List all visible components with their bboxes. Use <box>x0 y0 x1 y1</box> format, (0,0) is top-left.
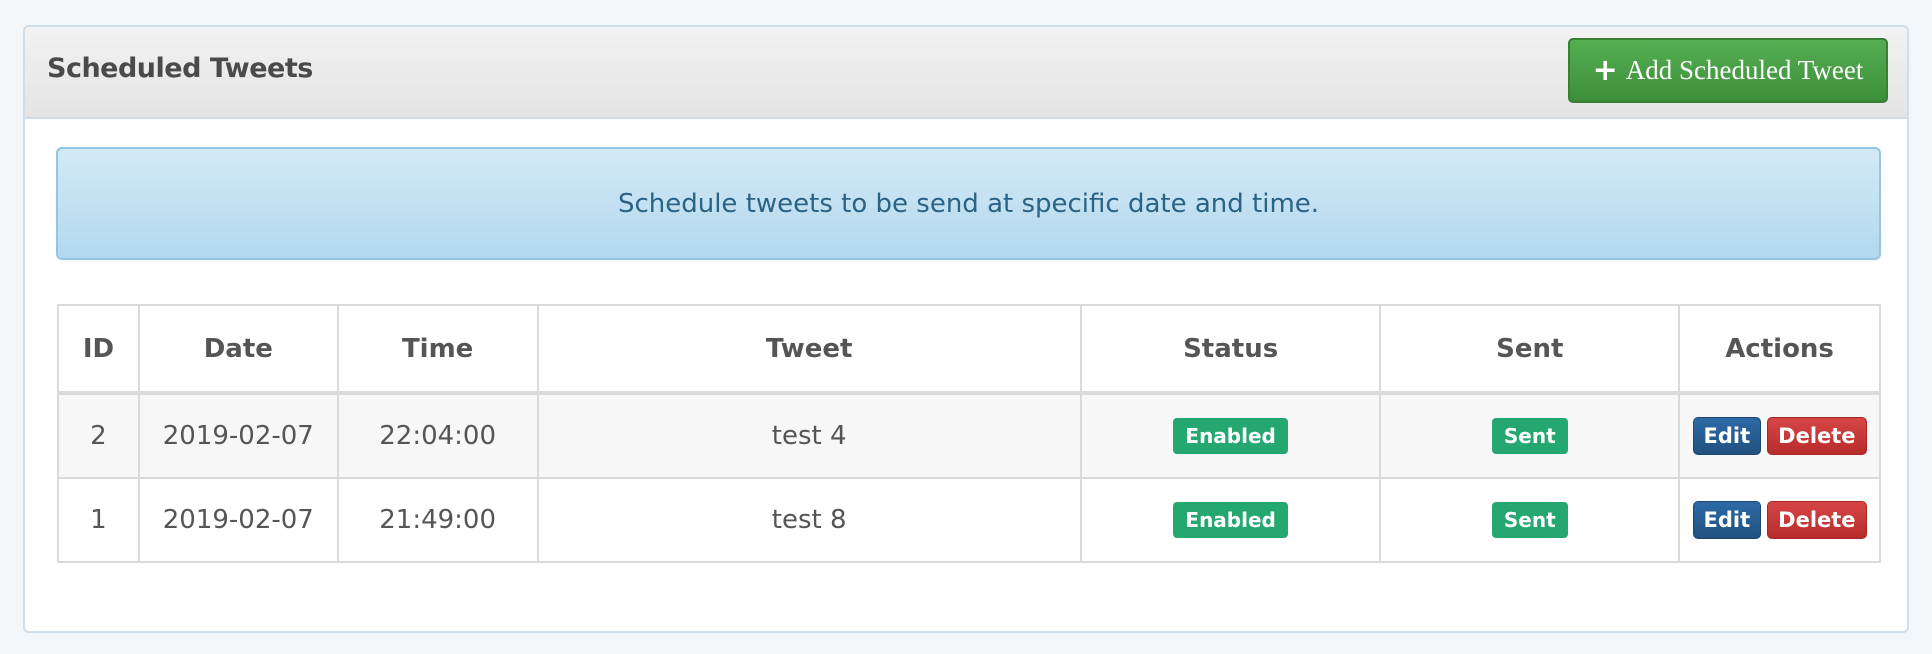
cell-id: 1 <box>57 477 140 563</box>
scheduled-tweets-table: ID Date Time Tweet Status Sent Actions 2… <box>57 304 1881 563</box>
cell-time: 22:04:00 <box>336 392 539 479</box>
header-time: Time <box>336 304 539 395</box>
add-button-label: Add Scheduled Tweet <box>1625 55 1864 85</box>
info-alert-text: Schedule tweets to be send at specific d… <box>617 188 1320 219</box>
header-actions: Actions <box>1678 304 1881 395</box>
header-date: Date <box>137 304 339 395</box>
table-header-row: ID Date Time Tweet Status Sent Actions <box>57 304 1881 395</box>
table-row: 1 2019-02-07 21:49:00 test 8 Enabled Sen… <box>57 477 1881 563</box>
plus-icon: + <box>1592 53 1618 88</box>
header-id: ID <box>57 304 140 395</box>
cell-time: 21:49:00 <box>336 477 539 563</box>
header-sent: Sent <box>1379 304 1681 395</box>
cell-tweet: test 4 <box>536 392 1082 479</box>
add-scheduled-tweet-button[interactable]: + Add Scheduled Tweet <box>1568 38 1888 103</box>
scheduled-tweets-panel: Scheduled Tweets + Add Scheduled Tweet S… <box>23 25 1909 633</box>
edit-button[interactable]: Edit <box>1692 417 1762 455</box>
info-alert: Schedule tweets to be send at specific d… <box>56 147 1881 260</box>
header-tweet: Tweet <box>536 304 1082 395</box>
sent-badge: Sent <box>1491 502 1568 538</box>
edit-button[interactable]: Edit <box>1692 501 1762 539</box>
header-status: Status <box>1079 304 1382 395</box>
table-row: 2 2019-02-07 22:04:00 test 4 Enabled Sen… <box>57 392 1881 479</box>
sent-badge: Sent <box>1491 418 1568 454</box>
delete-button[interactable]: Delete <box>1767 501 1867 539</box>
status-badge: Enabled <box>1173 418 1288 454</box>
cell-date: 2019-02-07 <box>137 477 339 563</box>
delete-button[interactable]: Delete <box>1767 417 1867 455</box>
cell-date: 2019-02-07 <box>137 392 339 479</box>
panel-header: Scheduled Tweets + Add Scheduled Tweet <box>25 27 1907 119</box>
cell-tweet: test 8 <box>536 477 1082 563</box>
panel-title: Scheduled Tweets <box>47 53 313 84</box>
cell-id: 2 <box>57 392 140 479</box>
status-badge: Enabled <box>1173 502 1288 538</box>
